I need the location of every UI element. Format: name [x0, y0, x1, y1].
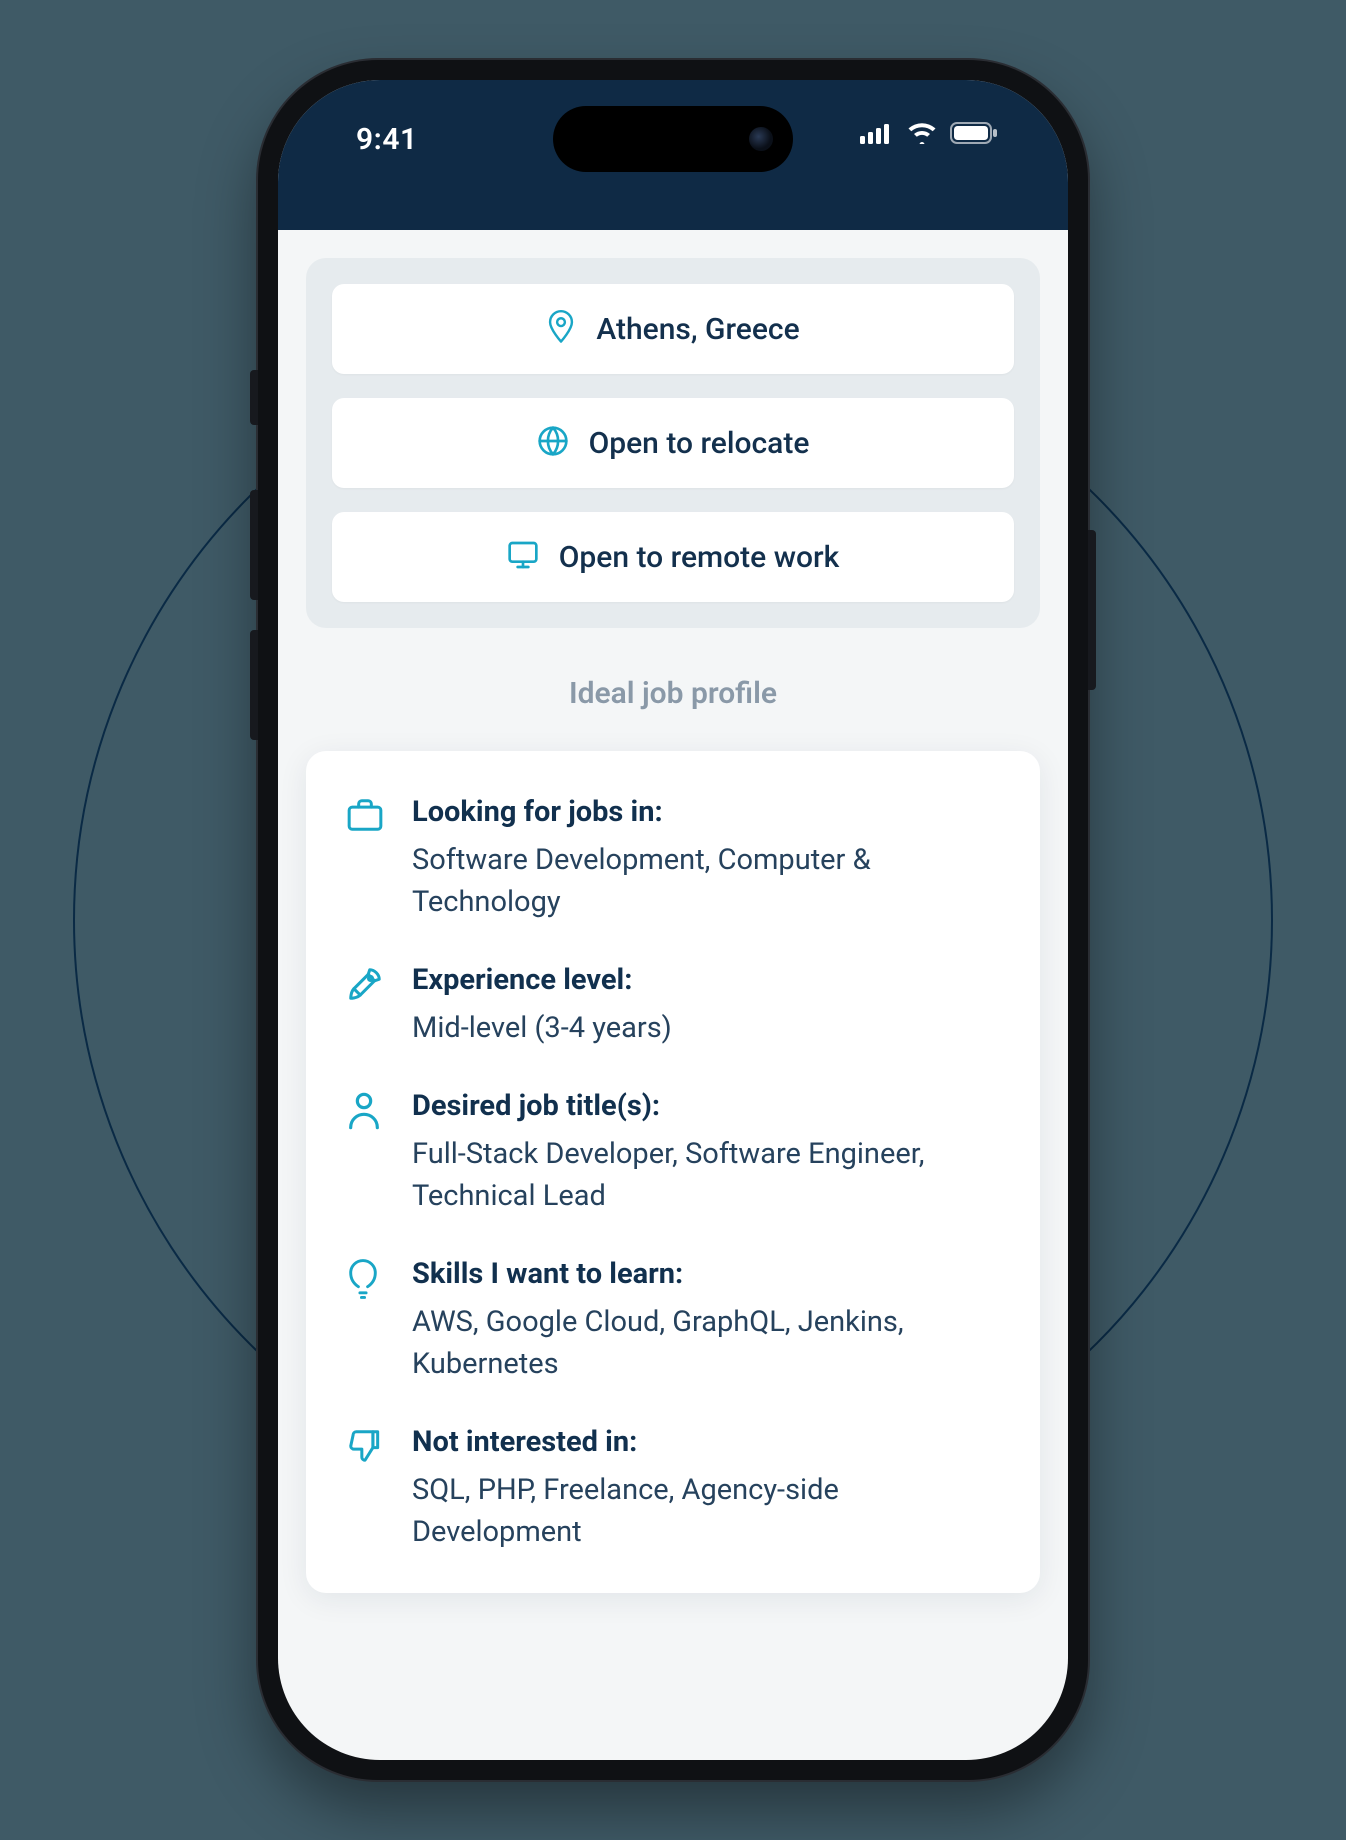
status-time: 9:41	[336, 122, 418, 157]
lightbulb-icon	[346, 1259, 386, 1303]
skills-heading: Skills I want to learn:	[412, 1257, 1000, 1291]
row-titles: Desired job title(s): Full-Stack Develop…	[346, 1089, 1000, 1217]
titles-body: Full-Stack Developer, Software Engineer,…	[412, 1133, 1000, 1217]
row-not-interested: Not interested in: SQL, PHP, Freelance, …	[346, 1425, 1000, 1553]
location-pill[interactable]: Athens, Greece	[332, 284, 1014, 374]
phone-side-button	[250, 370, 258, 425]
battery-icon	[950, 122, 998, 144]
front-camera	[749, 127, 773, 151]
cellular-signal-icon	[860, 122, 894, 144]
dynamic-island	[553, 106, 793, 172]
app-content: Athens, Greece Open to relocate	[278, 230, 1068, 1633]
looking-for-heading: Looking for jobs in:	[412, 795, 1000, 829]
titles-heading: Desired job title(s):	[412, 1089, 1000, 1123]
briefcase-icon	[346, 797, 386, 837]
remote-label: Open to remote work	[559, 540, 839, 575]
row-experience: Experience level: Mid-level (3-4 years)	[346, 963, 1000, 1049]
monitor-icon	[507, 540, 539, 574]
phone-volume-up	[250, 490, 258, 600]
relocate-pill[interactable]: Open to relocate	[332, 398, 1014, 488]
phone-frame: 9:41	[258, 60, 1088, 1780]
globe-icon	[537, 425, 569, 461]
not-interested-heading: Not interested in:	[412, 1425, 1000, 1459]
row-skills: Skills I want to learn: AWS, Google Clou…	[346, 1257, 1000, 1385]
preferences-card: Athens, Greece Open to relocate	[306, 258, 1040, 628]
phone-screen: 9:41	[278, 80, 1068, 1760]
wifi-icon	[906, 122, 938, 144]
person-icon	[346, 1091, 386, 1135]
thumbs-down-icon	[346, 1427, 386, 1469]
relocate-label: Open to relocate	[589, 426, 810, 461]
section-title: Ideal job profile	[306, 676, 1040, 711]
phone-volume-down	[250, 630, 258, 740]
row-looking-for: Looking for jobs in: Software Developmen…	[346, 795, 1000, 923]
skills-body: AWS, Google Cloud, GraphQL, Jenkins, Kub…	[412, 1301, 1000, 1385]
not-interested-body: SQL, PHP, Freelance, Agency-side Develop…	[412, 1469, 1000, 1553]
rocket-icon	[346, 965, 386, 1007]
map-pin-icon	[546, 310, 576, 348]
experience-body: Mid-level (3-4 years)	[412, 1007, 1000, 1049]
phone-power-button	[1088, 530, 1096, 690]
location-label: Athens, Greece	[596, 312, 799, 347]
remote-pill[interactable]: Open to remote work	[332, 512, 1014, 602]
experience-heading: Experience level:	[412, 963, 1000, 997]
status-icons	[860, 122, 1010, 144]
looking-for-body: Software Development, Computer & Technol…	[412, 839, 1000, 923]
ideal-job-card: Looking for jobs in: Software Developmen…	[306, 751, 1040, 1593]
